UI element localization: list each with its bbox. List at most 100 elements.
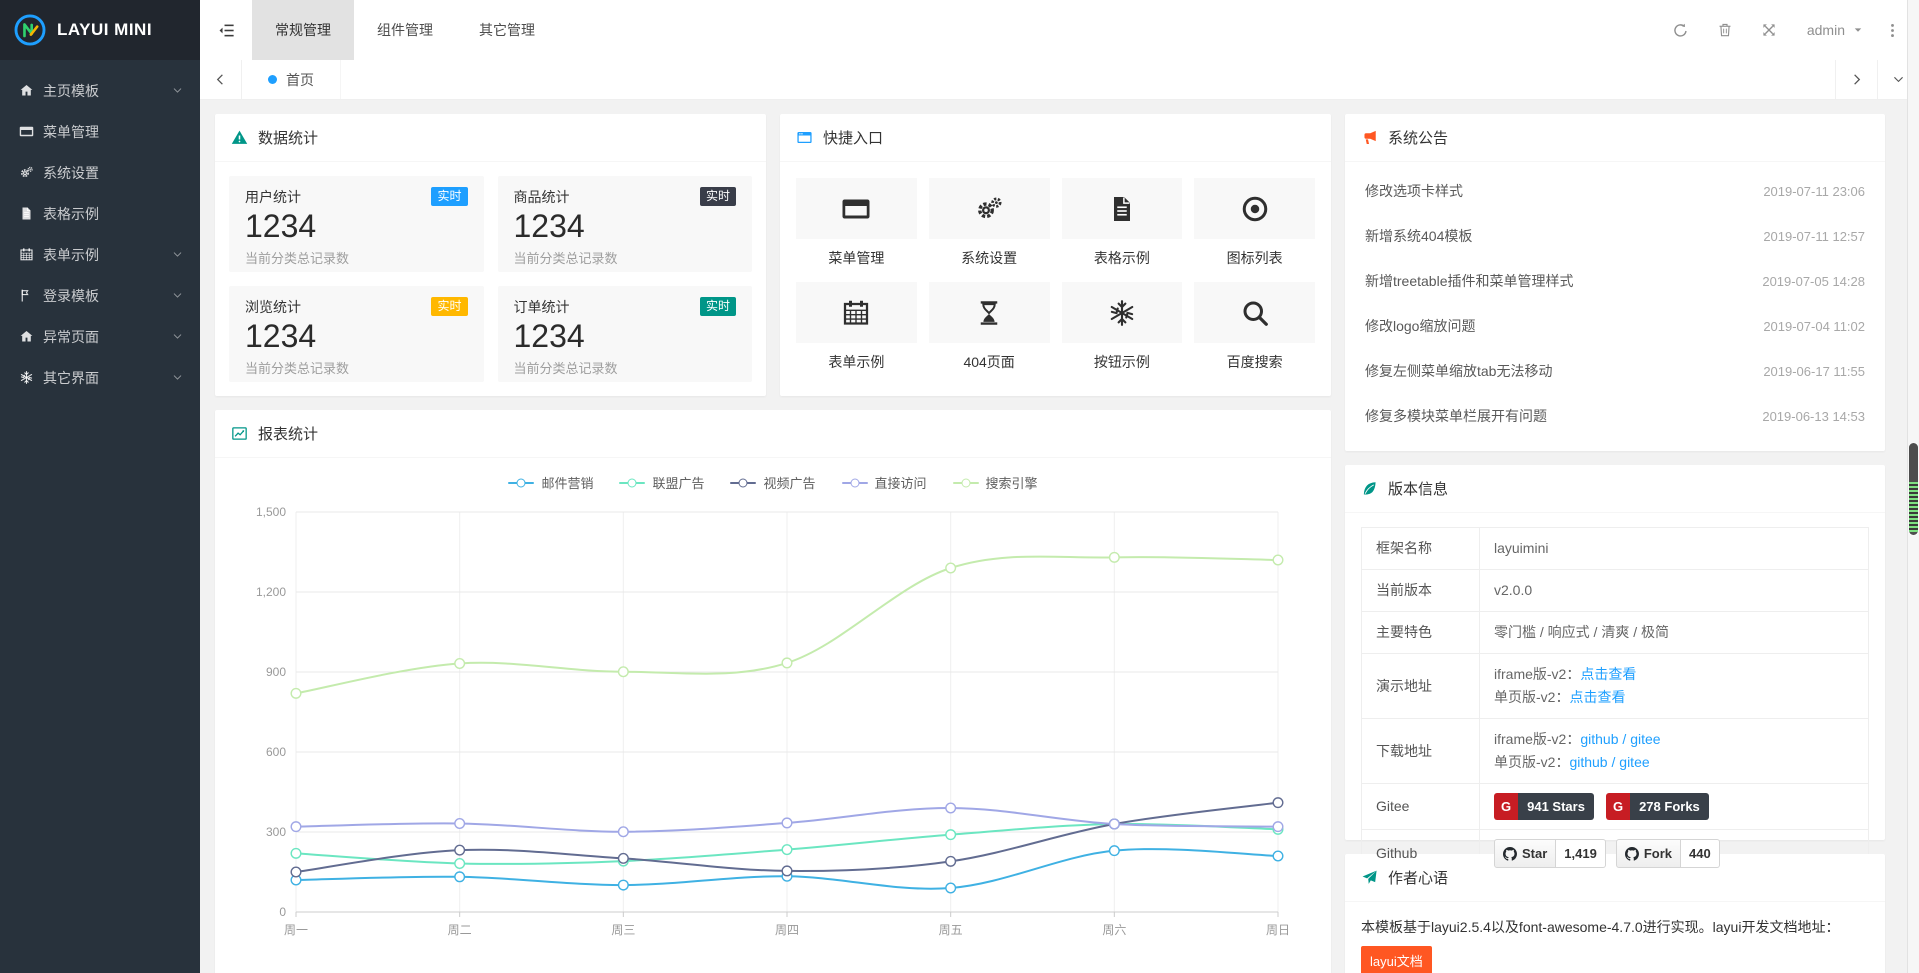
sidebar-item[interactable]: 系统设置 xyxy=(0,152,200,193)
notice-item[interactable]: 修改logo缩放问题 2019-07-04 11:02 xyxy=(1365,303,1865,348)
version-row: 演示地址iframe版-v2：点击查看单页版-v2：点击查看 xyxy=(1362,654,1869,719)
stat-value: 1234 xyxy=(245,318,468,355)
notice-item[interactable]: 新增系统404模板 2019-07-11 12:57 xyxy=(1365,213,1865,258)
sidebar: LAYUI MINI 主页模板 菜单管理 系统设置 表格示例 表单示例 登录模板… xyxy=(0,0,200,973)
svg-text:周二: 周二 xyxy=(447,923,471,937)
tab-home[interactable]: 首页 xyxy=(242,60,341,99)
legend-item[interactable]: 搜索引擎 xyxy=(953,473,1038,492)
notice-item[interactable]: 修复多模块菜单栏展开有问题 2019-06-13 14:53 xyxy=(1365,393,1865,438)
nav-item[interactable]: 常规管理 xyxy=(252,0,354,60)
chevron-down-icon xyxy=(171,371,184,384)
quick-entry-card: 快捷入口 菜单管理 系统设置 表格示例 图标列表 表单示例 404页面 按钮示例… xyxy=(780,114,1331,396)
home-icon xyxy=(19,329,43,344)
version-link[interactable]: 点击查看 xyxy=(1569,689,1625,705)
clear-cache-icon[interactable] xyxy=(1703,0,1747,60)
version-row: 框架名称layuimini xyxy=(1362,528,1869,570)
gitee-badge[interactable]: G278 Forks xyxy=(1606,793,1709,820)
calendar-icon xyxy=(841,298,871,328)
notice-date: 2019-07-04 11:02 xyxy=(1763,319,1865,334)
sidebar-item[interactable]: 菜单管理 xyxy=(0,111,200,152)
report-card-title: 报表统计 xyxy=(258,423,318,444)
tab-scroll-left-icon[interactable] xyxy=(200,60,242,99)
header: 常规管理组件管理其它管理 admin xyxy=(200,0,1919,60)
github-button[interactable]: Fork440 xyxy=(1616,839,1720,868)
window-icon xyxy=(19,124,43,139)
notice-item[interactable]: 修改选项卡样式 2019-07-11 23:06 xyxy=(1365,168,1865,213)
window-blue-icon xyxy=(796,129,813,146)
sidebar-item[interactable]: 其它界面 xyxy=(0,357,200,398)
user-menu[interactable]: admin xyxy=(1791,22,1880,38)
legend-item[interactable]: 邮件营销 xyxy=(508,473,593,492)
notice-item[interactable]: 修复左侧菜单缩放tab无法移动 2019-06-17 11:55 xyxy=(1365,348,1865,393)
version-row: 当前版本v2.0.0 xyxy=(1362,570,1869,612)
notice-card: 系统公告 修改选项卡样式 2019-07-11 23:06 新增系统404模板 … xyxy=(1345,114,1885,451)
sidebar-item[interactable]: 表单示例 xyxy=(0,234,200,275)
quick-grid: 菜单管理 系统设置 表格示例 图标列表 表单示例 404页面 按钮示例 百度搜索 xyxy=(780,162,1331,372)
window-scrollbar[interactable] xyxy=(1907,0,1919,973)
quick-entry-item[interactable]: 按钮示例 xyxy=(1062,282,1183,372)
quick-entry-item[interactable]: 404页面 xyxy=(929,282,1050,372)
chart-canvas[interactable]: 周一周二周三周四周五周六周日03006009001,2001,500 xyxy=(224,494,1323,964)
stat-panel: 订单统计 实时 1234 当前分类总记录数 xyxy=(498,286,753,382)
realtime-badge: 实时 xyxy=(431,187,467,206)
quick-entry-item[interactable]: 系统设置 xyxy=(929,178,1050,268)
chart-line-icon xyxy=(231,425,248,442)
gitee-badge[interactable]: G941 Stars xyxy=(1494,793,1594,820)
hourglass-icon xyxy=(974,298,1004,328)
collapse-sidebar-icon[interactable] xyxy=(200,0,252,60)
logo-area[interactable]: LAYUI MINI xyxy=(0,0,200,60)
dot-circle-icon xyxy=(1240,194,1270,224)
flag-icon xyxy=(19,288,43,303)
tabbar: 首页 xyxy=(200,60,1919,100)
scrollbar-thumb[interactable] xyxy=(1909,443,1918,535)
nav-item[interactable]: 其它管理 xyxy=(456,0,558,60)
notice-date: 2019-06-13 14:53 xyxy=(1762,409,1865,424)
legend-item[interactable]: 联盟广告 xyxy=(619,473,704,492)
quick-entry-item[interactable]: 表格示例 xyxy=(1062,178,1183,268)
username: admin xyxy=(1807,22,1845,38)
quick-entry-item[interactable]: 百度搜索 xyxy=(1194,282,1315,372)
quick-entry-item[interactable]: 菜单管理 xyxy=(796,178,917,268)
sidebar-item[interactable]: 登录模板 xyxy=(0,275,200,316)
stats-card: 数据统计 用户统计 实时 1234 当前分类总记录数 商品统计 实时 1234 … xyxy=(215,114,766,396)
github-button[interactable]: Star1,419 xyxy=(1494,839,1606,868)
tab-dot xyxy=(268,75,277,84)
version-row: 下载地址iframe版-v2：github / gitee单页版-v2：gith… xyxy=(1362,719,1869,784)
quick-entry-item[interactable]: 图标列表 xyxy=(1194,178,1315,268)
sidebar-menu: 主页模板 菜单管理 系统设置 表格示例 表单示例 登录模板 异常页面 其它界面 xyxy=(0,60,200,398)
version-card-title: 版本信息 xyxy=(1388,478,1448,499)
tab-scroll-right-icon[interactable] xyxy=(1835,60,1877,99)
version-link[interactable]: gitee xyxy=(1630,731,1660,747)
fullscreen-icon[interactable] xyxy=(1747,0,1791,60)
sidebar-item[interactable]: 表格示例 xyxy=(0,193,200,234)
chevron-down-icon xyxy=(171,289,184,302)
version-link[interactable]: gitee xyxy=(1619,754,1649,770)
sidebar-item[interactable]: 异常页面 xyxy=(0,316,200,357)
gears-icon xyxy=(19,165,43,180)
version-table: 框架名称layuimini当前版本v2.0.0主要特色零门槛 / 响应式 / 清… xyxy=(1361,527,1869,878)
github-icon xyxy=(1503,847,1517,861)
svg-text:0: 0 xyxy=(279,905,286,919)
legend-item[interactable]: 直接访问 xyxy=(842,473,927,492)
brand-title: LAYUI MINI xyxy=(57,20,152,40)
layui-doc-badge[interactable]: layui文档 xyxy=(1361,946,1432,973)
notice-item[interactable]: 新增treetable插件和菜单管理样式 2019-07-05 14:28 xyxy=(1365,258,1865,303)
more-vertical-icon[interactable] xyxy=(1880,0,1905,60)
stat-panel: 商品统计 实时 1234 当前分类总记录数 xyxy=(498,176,753,272)
version-link[interactable]: github xyxy=(1569,754,1607,770)
svg-text:600: 600 xyxy=(265,745,285,759)
refresh-icon[interactable] xyxy=(1658,0,1703,60)
version-link[interactable]: 点击查看 xyxy=(1580,666,1636,682)
version-row: GiteeG941 StarsG278 Forks xyxy=(1362,784,1869,830)
window-icon xyxy=(841,194,871,224)
snowflake-icon xyxy=(19,370,43,385)
report-card: 报表统计 邮件营销 联盟广告 视频广告 直接访问 搜索引擎 周一周二周三周四周五… xyxy=(215,410,1331,973)
quick-entry-item[interactable]: 表单示例 xyxy=(796,282,917,372)
sidebar-item[interactable]: 主页模板 xyxy=(0,70,200,111)
github-icon xyxy=(1625,847,1639,861)
legend-item[interactable]: 视频广告 xyxy=(730,473,815,492)
notice-list: 修改选项卡样式 2019-07-11 23:06 新增系统404模板 2019-… xyxy=(1345,162,1885,438)
version-link[interactable]: github xyxy=(1580,731,1618,747)
svg-text:周一: 周一 xyxy=(283,923,307,937)
nav-item[interactable]: 组件管理 xyxy=(354,0,456,60)
